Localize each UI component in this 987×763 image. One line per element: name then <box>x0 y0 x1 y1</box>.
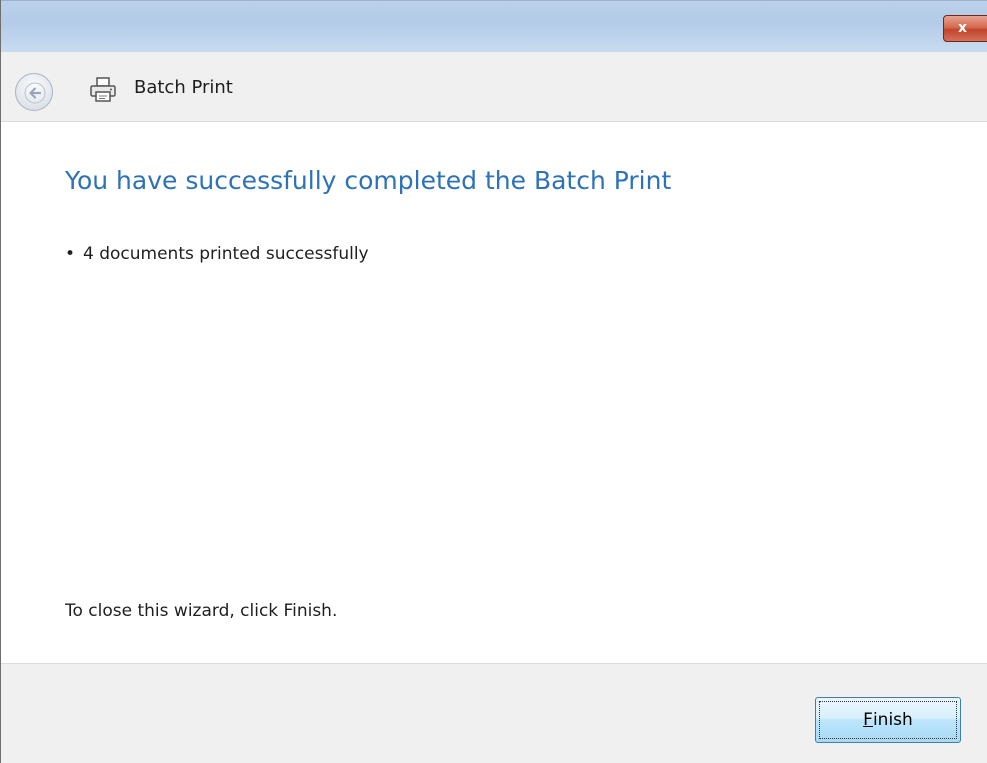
result-text: 4 documents printed successfully <box>83 244 369 264</box>
wizard-window: x Batch Print You have successfully comp… <box>0 0 987 763</box>
list-item: • 4 documents printed successfully <box>65 244 369 264</box>
wizard-title: Batch Print <box>134 77 233 98</box>
page-title: You have successfully completed the Batc… <box>65 166 672 195</box>
printer-icon <box>90 77 116 102</box>
close-instruction: To close this wizard, click Finish. <box>65 601 338 621</box>
finish-button-label: Finish <box>819 701 957 739</box>
finish-label-rest: inish <box>872 710 913 730</box>
back-arrow-icon <box>24 82 46 104</box>
finish-button[interactable]: Finish <box>815 697 961 743</box>
bullet: • <box>65 244 76 264</box>
title-bar[interactable]: x <box>1 0 987 52</box>
close-button[interactable]: x <box>943 15 987 42</box>
back-button[interactable] <box>15 73 53 111</box>
close-icon: x <box>958 20 968 36</box>
finish-mnemonic: F <box>863 710 873 730</box>
